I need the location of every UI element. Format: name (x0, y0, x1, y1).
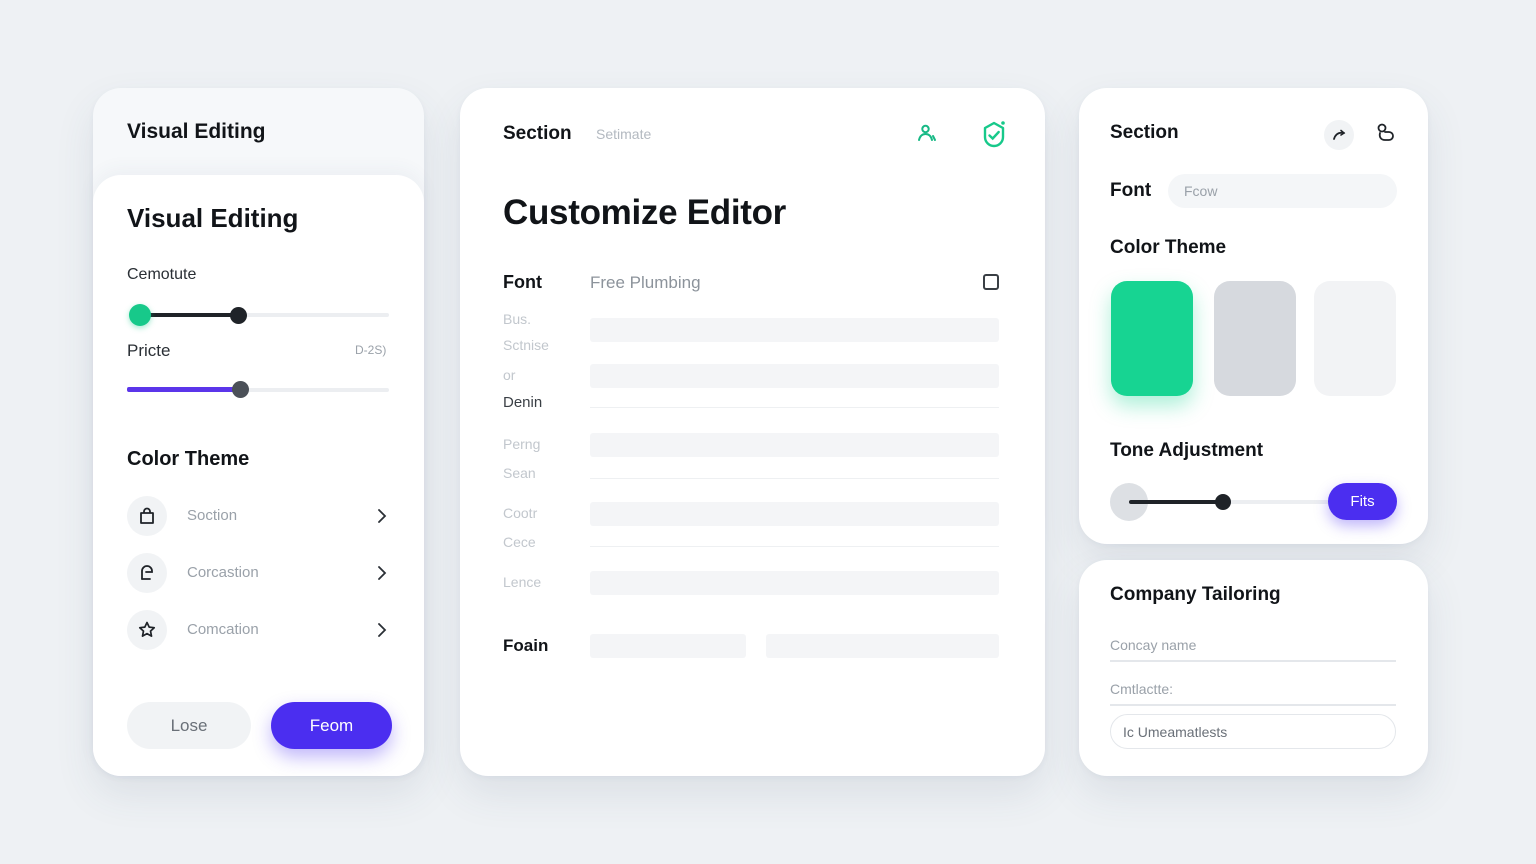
chevron-right-icon (372, 563, 392, 583)
center-section-title: Section (503, 123, 572, 144)
font-checkbox[interactable] (983, 274, 999, 290)
contact-input[interactable] (1110, 676, 1396, 702)
row-label: Perng (503, 436, 541, 452)
customize-editor-card (460, 88, 1045, 776)
right-color-theme-heading: Color Theme (1110, 237, 1227, 258)
tone-slider-knob[interactable] (1215, 494, 1231, 510)
center-section-subtitle: Setimate (596, 126, 652, 142)
slider1-fill (140, 313, 238, 317)
field-bar[interactable] (590, 571, 999, 595)
company-name-input[interactable] (1110, 632, 1396, 658)
page-title: Customize Editor (503, 193, 786, 232)
row-label: Sctnise (503, 337, 549, 353)
lose-button[interactable]: Lose (127, 702, 251, 749)
slider2-knob[interactable] (232, 381, 249, 398)
profile-tag-icon (127, 553, 167, 593)
divider (590, 407, 999, 408)
field-bar[interactable] (590, 318, 999, 342)
share-icon[interactable] (1374, 121, 1398, 145)
feom-button[interactable]: Feom (271, 702, 392, 749)
field-bar[interactable] (590, 433, 999, 457)
list-item-label: Comcation (187, 621, 259, 638)
slider1-end-knob[interactable] (230, 307, 247, 324)
row-label: Bus. (503, 311, 532, 327)
chevron-right-icon (372, 506, 392, 526)
edit-icon[interactable] (1324, 120, 1354, 150)
font-value[interactable]: Free Plumbing (590, 273, 701, 293)
slider2-hint: D-2S) (355, 343, 387, 357)
row-label: Lence (503, 574, 542, 590)
list-item-label: Corcastion (187, 564, 259, 581)
swatch-green[interactable] (1111, 281, 1193, 396)
contact-underline (1110, 704, 1396, 706)
star-icon (127, 610, 167, 650)
slider1-start-knob[interactable] (129, 304, 151, 326)
slider2-label: Pricte (127, 341, 171, 360)
color-theme-heading: Color Theme (127, 448, 250, 470)
swatch-light[interactable] (1314, 281, 1396, 396)
font-search-input[interactable] (1168, 174, 1397, 208)
row-label: Cece (503, 534, 536, 550)
font-label: Font (503, 272, 542, 292)
company-name-underline (1110, 660, 1396, 662)
tone-slider-fill (1129, 500, 1223, 504)
row-label: or (503, 367, 516, 383)
bag-icon (127, 496, 167, 536)
divider (590, 546, 999, 547)
right-font-label: Font (1110, 180, 1152, 201)
field-bar[interactable] (590, 502, 999, 526)
fits-button[interactable]: Fits (1328, 483, 1397, 520)
footer-field-2[interactable] (766, 634, 999, 658)
field-bar[interactable] (590, 364, 999, 388)
chevron-right-icon (372, 620, 392, 640)
right-section-title: Section (1110, 122, 1179, 143)
divider (590, 478, 999, 479)
back-card-title: Visual Editing (127, 120, 266, 143)
company-tailoring-heading: Company Tailoring (1110, 584, 1281, 605)
tone-adjustment-heading: Tone Adjustment (1110, 440, 1264, 461)
list-item-label: Soction (187, 507, 238, 524)
footer-field-1[interactable] (590, 634, 746, 658)
company-detail-field[interactable]: Ic Umeamatlests (1110, 714, 1396, 749)
shield-check-icon[interactable] (980, 119, 1008, 149)
slider2-fill (127, 387, 240, 392)
visual-editing-title: Visual Editing (127, 203, 299, 233)
row-label: Cootr (503, 505, 538, 521)
row-label: Sean (503, 465, 536, 481)
row-label-denin: Denin (503, 394, 543, 411)
swatch-gray[interactable] (1214, 281, 1296, 396)
user-icon[interactable] (914, 122, 940, 146)
footer-label: Foain (503, 636, 549, 655)
slider1-label: Cemotute (127, 266, 197, 283)
